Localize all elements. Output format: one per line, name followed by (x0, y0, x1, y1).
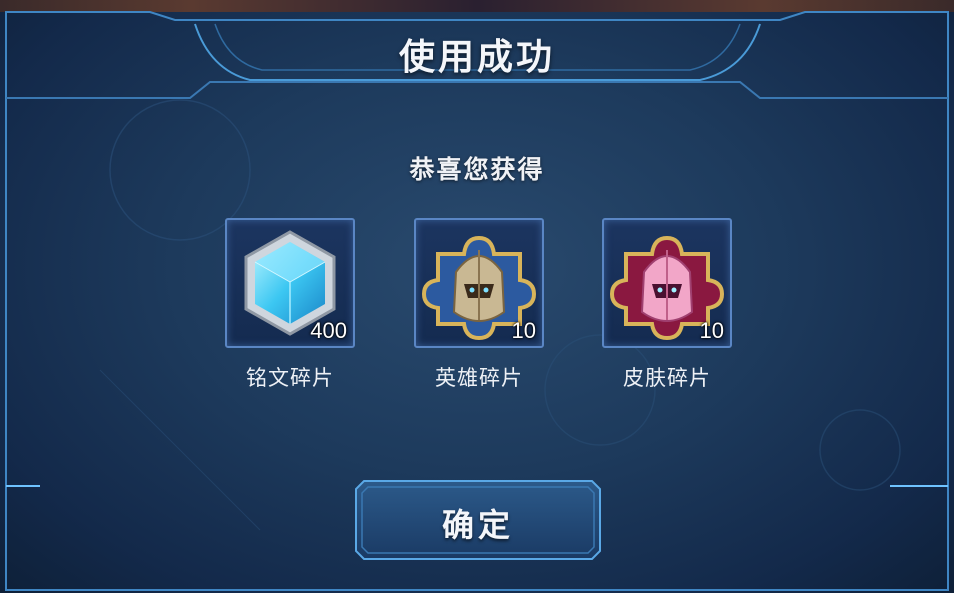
reward-slot[interactable]: 10 (414, 218, 544, 348)
reward-dialog: 使用成功 恭喜您获得 400 铭文碎片 10 英雄碎片 10 皮肤碎片 确定 (0, 0, 954, 593)
reward-label: 英雄碎片 (435, 366, 523, 390)
reward-item-inscription-shards[interactable]: 400 铭文碎片 (225, 218, 355, 392)
reward-count: 400 (310, 318, 347, 343)
reward-count: 10 (511, 318, 536, 343)
reward-slot[interactable]: 400 (225, 218, 355, 348)
dialog-title: 使用成功 (398, 37, 555, 78)
confirm-button-label: 确定 (441, 506, 514, 544)
reward-slot[interactable]: 10 (602, 218, 732, 348)
dialog-subtitle: 恭喜您获得 (409, 155, 545, 184)
confirm-button[interactable]: 确定 (354, 479, 602, 561)
reward-count: 10 (699, 318, 724, 343)
reward-label: 皮肤碎片 (623, 366, 711, 390)
reward-label: 铭文碎片 (246, 366, 334, 390)
reward-item-skin-shards[interactable]: 10 皮肤碎片 (602, 218, 732, 392)
reward-item-hero-shards[interactable]: 10 英雄碎片 (414, 218, 544, 392)
